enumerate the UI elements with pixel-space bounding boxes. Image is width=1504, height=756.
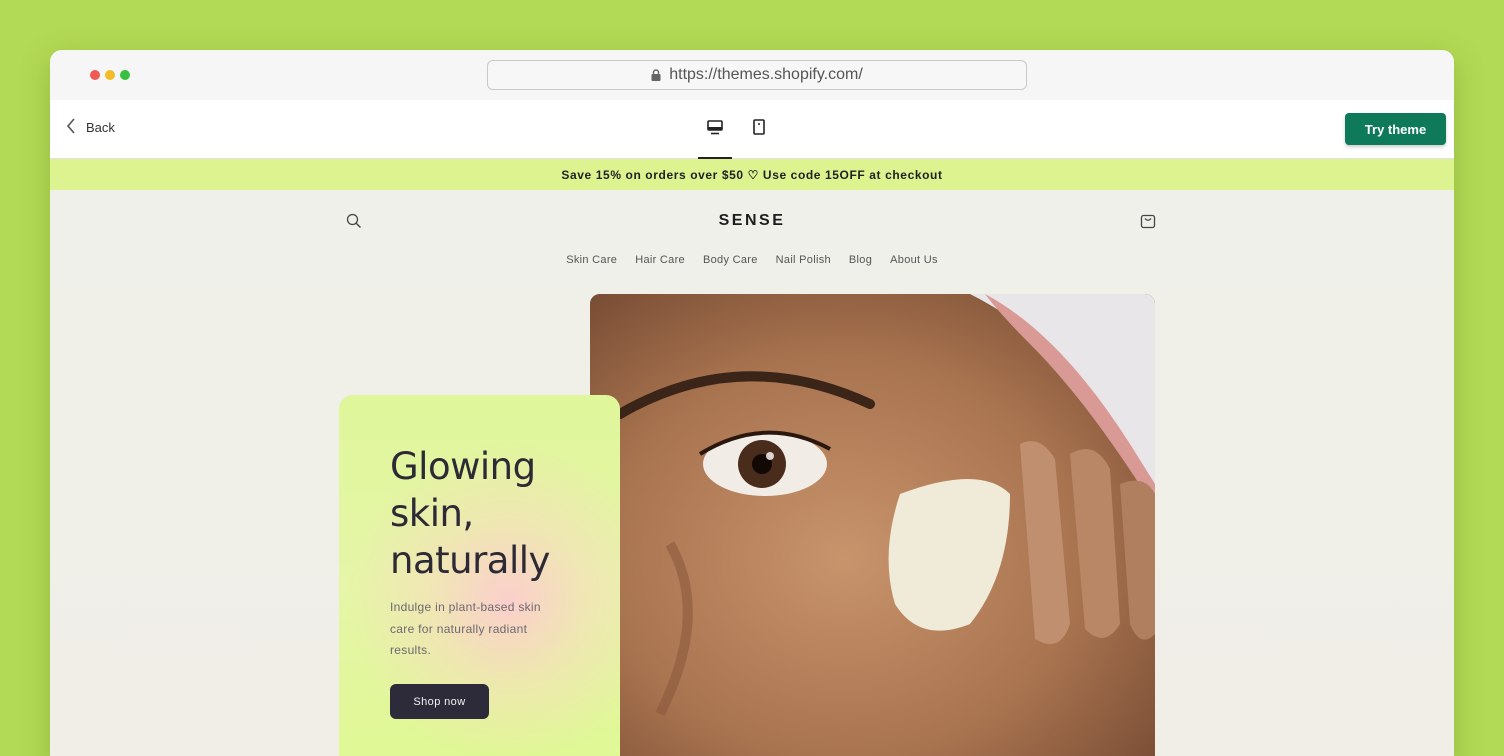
window-controls <box>90 70 130 80</box>
browser-chrome: https://themes.shopify.com/ <box>50 50 1454 100</box>
hero-description: Indulge in plant-based skin care for nat… <box>390 600 541 657</box>
back-label: Back <box>86 120 115 135</box>
store-logo[interactable]: SENSE <box>50 212 1454 230</box>
minimize-window-button[interactable] <box>105 70 115 80</box>
chevron-left-icon <box>66 118 76 137</box>
preview-toolbar: Back Try theme <box>50 100 1454 159</box>
device-toggle <box>698 100 786 159</box>
browser-window: https://themes.shopify.com/ Back Try the… <box>50 50 1454 756</box>
back-button[interactable]: Back <box>66 118 115 137</box>
url-text: https://themes.shopify.com/ <box>669 66 863 83</box>
announcement-bar: Save 15% on orders over $50 ♡ Use code 1… <box>50 159 1454 190</box>
mobile-icon <box>753 119 765 140</box>
nav-item-about-us[interactable]: About Us <box>890 254 938 266</box>
maximize-window-button[interactable] <box>120 70 130 80</box>
desktop-icon <box>707 119 723 140</box>
close-window-button[interactable] <box>90 70 100 80</box>
try-theme-button[interactable]: Try theme <box>1345 113 1446 145</box>
shop-now-button[interactable]: Shop now <box>390 684 489 719</box>
hero-image <box>590 294 1155 756</box>
mobile-view-button[interactable] <box>742 100 776 159</box>
store-nav: Skin Care Hair Care Body Care Nail Polis… <box>50 254 1454 266</box>
store-preview: SENSE Skin Care Hair Care Body Care Nail… <box>50 190 1454 756</box>
nav-item-skin-care[interactable]: Skin Care <box>566 254 617 266</box>
hero-heading: Glowing skin, naturally <box>390 445 550 582</box>
nav-item-blog[interactable]: Blog <box>849 254 872 266</box>
nav-item-body-care[interactable]: Body Care <box>703 254 758 266</box>
nav-item-nail-polish[interactable]: Nail Polish <box>776 254 831 266</box>
lock-icon <box>651 69 661 81</box>
desktop-view-button[interactable] <box>698 100 732 159</box>
address-bar[interactable]: https://themes.shopify.com/ <box>487 60 1027 90</box>
nav-item-hair-care[interactable]: Hair Care <box>635 254 685 266</box>
cart-icon[interactable] <box>1140 212 1156 234</box>
hero-card: Glowing skin, naturally Indulge in plant… <box>339 395 620 756</box>
